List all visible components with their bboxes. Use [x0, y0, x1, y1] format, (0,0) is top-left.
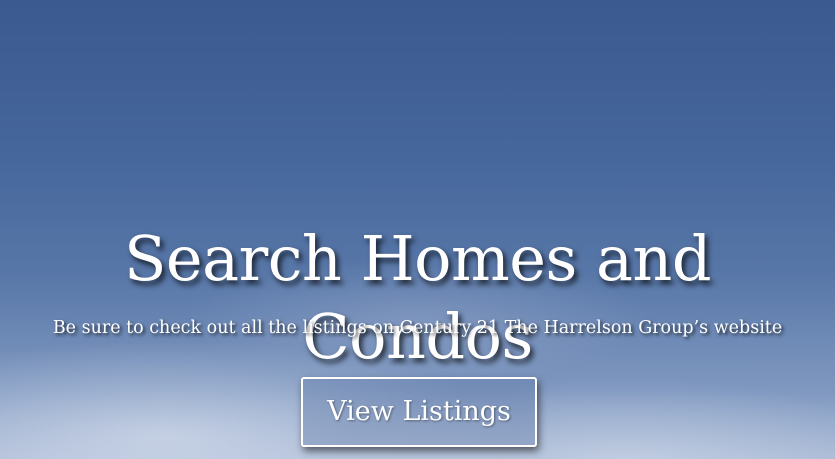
hero-section: Search Homes and Condos Be sure to check…	[0, 0, 835, 459]
hero-title: Search Homes and Condos	[123, 222, 712, 373]
view-listings-button[interactable]: View Listings	[301, 377, 537, 447]
hero-subtitle: Be sure to check out all the listings on…	[52, 318, 783, 338]
